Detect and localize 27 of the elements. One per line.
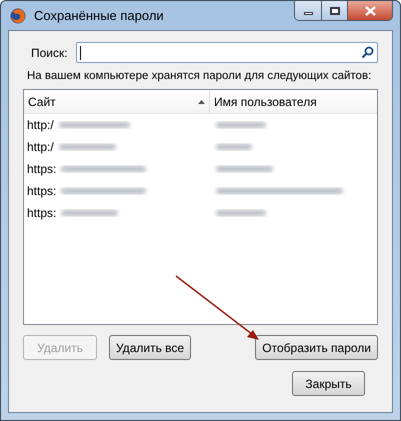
site-cell-text: https: <box>27 205 56 222</box>
site-cell-text: http:/ <box>27 139 54 156</box>
maximize-button[interactable] <box>322 1 348 20</box>
close-button[interactable] <box>348 1 392 20</box>
button[interactable]: Отобразить пароли <box>255 335 378 360</box>
close-icon <box>364 6 376 16</box>
site-cell-text: https: <box>27 161 56 178</box>
column-header[interactable]: Имя пользователя <box>210 90 377 113</box>
sort-arrow-icon <box>198 100 205 104</box>
blurred-text <box>213 141 255 153</box>
minimize-button[interactable] <box>295 1 322 20</box>
search-label: Поиск: <box>31 44 68 62</box>
blurred-text <box>213 163 276 175</box>
site-cell-text: http:/ <box>27 117 54 134</box>
text-cursor <box>80 46 81 60</box>
window-title: Сохранённые пароли <box>34 6 164 25</box>
description-text: На вашем компьютере хранятся пароли для следующих сайтов: <box>27 69 372 83</box>
button[interactable]: Удалить все <box>109 335 192 360</box>
blurred-text <box>213 119 269 131</box>
browser-logo-icon <box>10 8 26 24</box>
button[interactable]: Закрыть <box>292 371 365 396</box>
site-list[interactable]: Сайт Имя пользователя http:/ http:/ https: https: https: <box>23 89 378 325</box>
column-header[interactable]: Сайт <box>24 90 210 113</box>
search-icon <box>361 46 374 59</box>
search-field[interactable] <box>76 42 378 63</box>
blurred-text <box>213 207 269 219</box>
site-cell-text: https: <box>27 183 56 200</box>
